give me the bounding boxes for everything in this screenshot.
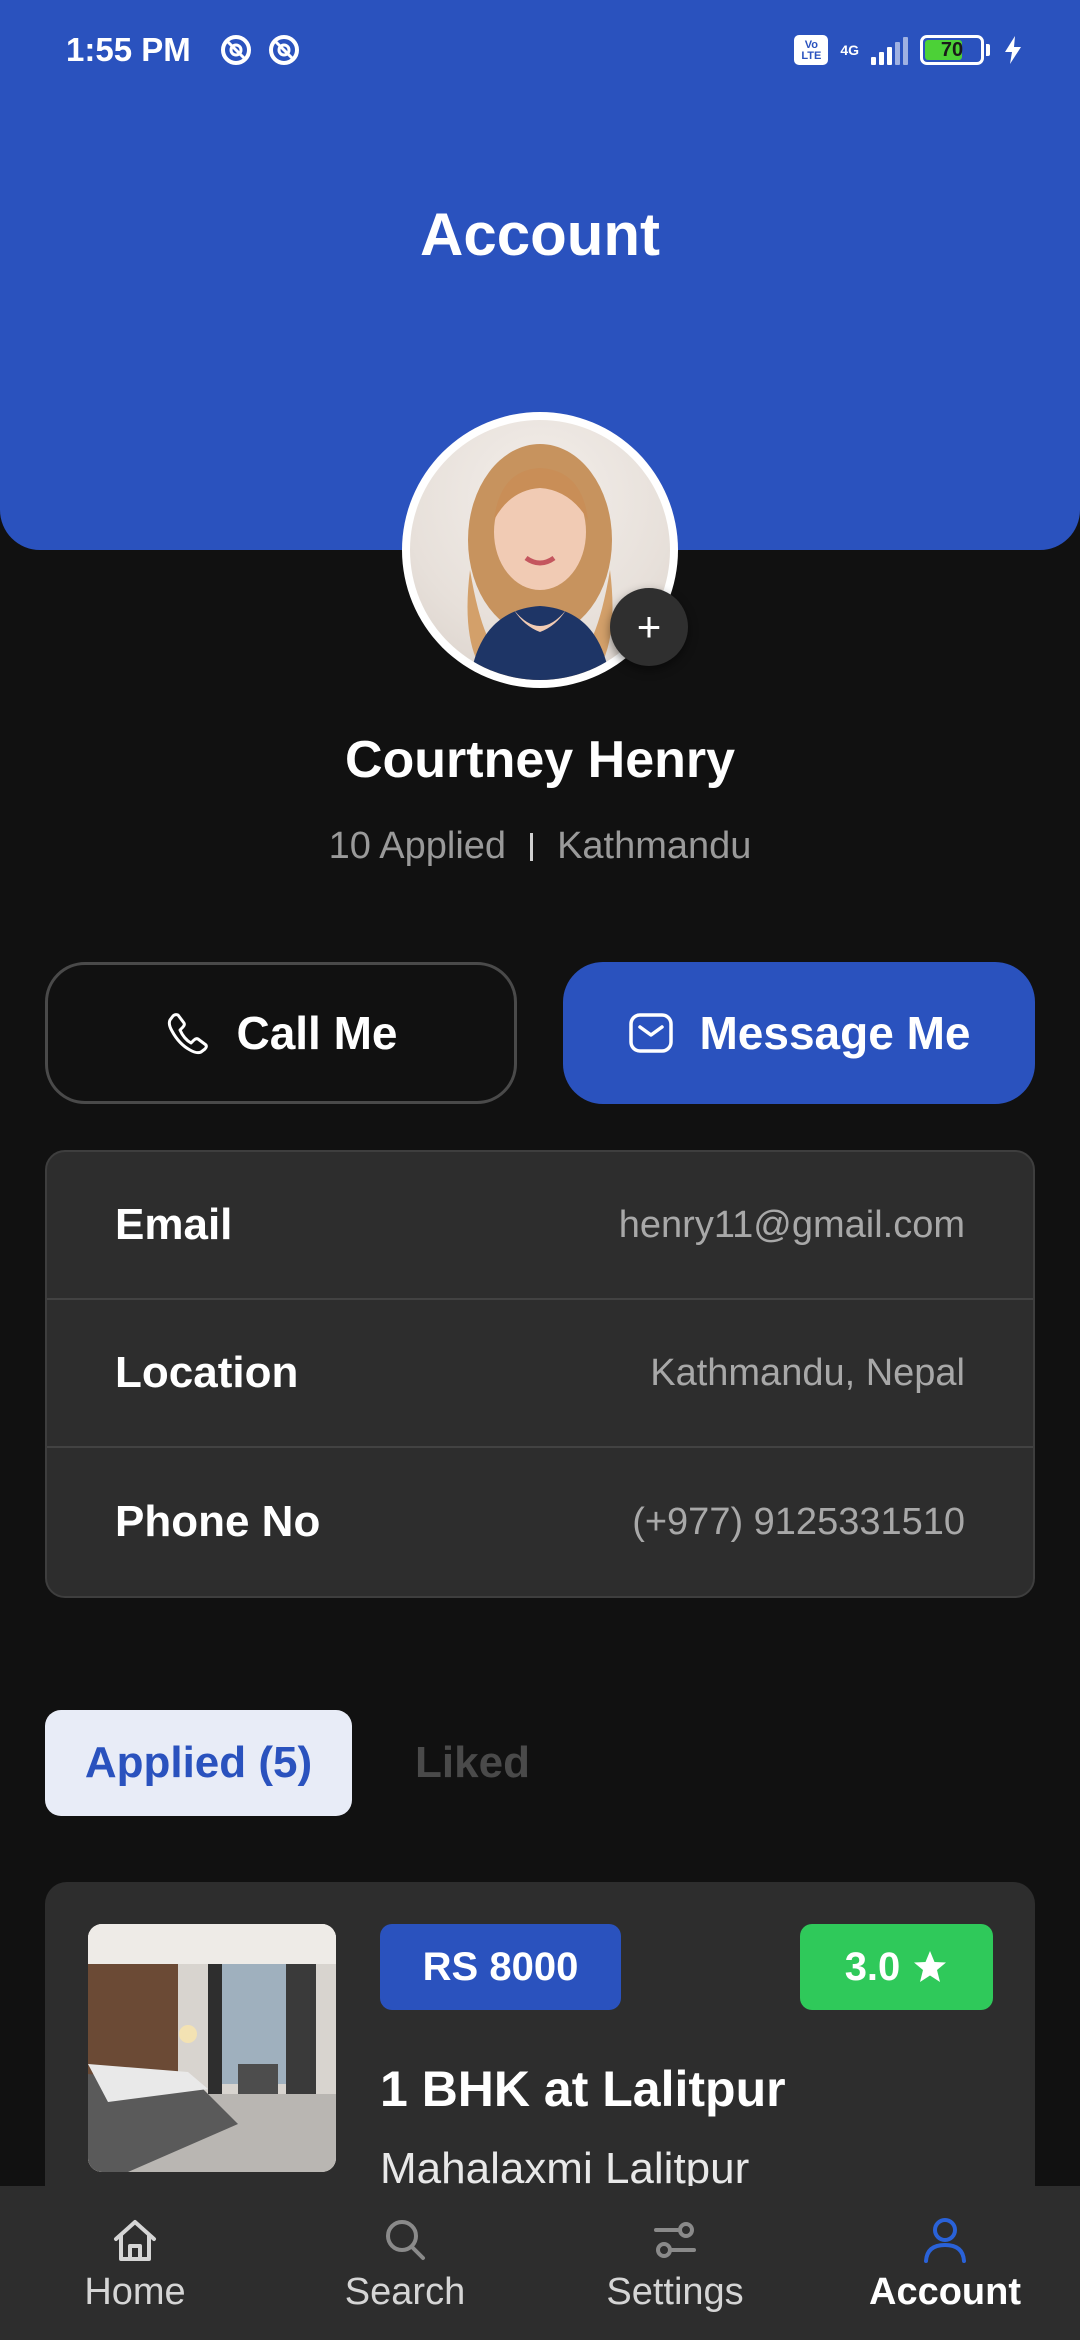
listing-image <box>88 1924 336 2172</box>
nav-item-settings[interactable]: Settings <box>540 2186 810 2340</box>
price-badge: RS 8000 <box>380 1924 621 2010</box>
network-type: 4G <box>840 42 859 58</box>
nav-label: Account <box>869 2270 1021 2313</box>
bedroom-illustration <box>88 1924 336 2172</box>
call-me-label: Call Me <box>236 1007 398 1059</box>
status-right: Vo LTE 4G 70 <box>794 35 1024 65</box>
tab-liked[interactable]: Liked <box>400 1710 545 1816</box>
status-time: 1:55 PM <box>66 31 191 68</box>
location-value: Kathmandu, Nepal <box>650 1351 965 1394</box>
meta-divider <box>530 832 534 861</box>
tab-applied[interactable]: Applied (5) <box>45 1710 352 1816</box>
info-label: Location <box>115 1348 299 1397</box>
profile-city: Kathmandu <box>557 825 752 867</box>
listing-title: 1 BHK at Lalitpur <box>380 2061 786 2117</box>
phone-icon <box>168 1013 209 1055</box>
mail-icon <box>629 1013 674 1053</box>
call-me-button[interactable]: Call Me <box>45 962 517 1104</box>
nav-label: Home <box>84 2270 186 2313</box>
dnd-icon <box>268 35 299 65</box>
email-value[interactable]: henry11@gmail.com <box>619 1204 965 1247</box>
info-row-email: Email henry11@gmail.com <box>47 1152 1033 1300</box>
settings-icon <box>654 2221 696 2258</box>
battery-level: 70 <box>940 38 964 61</box>
message-me-button[interactable]: Message Me <box>563 962 1035 1104</box>
add-photo-button[interactable]: + <box>610 588 688 666</box>
profile-name: Courtney Henry <box>344 731 736 789</box>
plus-icon: + <box>636 603 662 650</box>
nav-label: Settings <box>606 2270 744 2313</box>
network-group: 4G <box>840 42 859 58</box>
signal-icon <box>871 35 908 65</box>
bottom-nav: Home Search Settings Account <box>0 2186 1080 2340</box>
status-left: 1:55 PM <box>66 31 301 69</box>
profile-meta: 10 Applied Kathmandu <box>0 825 1080 868</box>
applied-count: 10 Applied <box>328 825 507 867</box>
contact-info-card: Email henry11@gmail.com Location Kathman… <box>45 1150 1035 1598</box>
nav-item-search[interactable]: Search <box>270 2186 540 2340</box>
star-icon <box>914 1951 947 1982</box>
search-icon <box>386 2219 425 2260</box>
rating-badge: 3.0 <box>800 1924 993 2010</box>
nav-item-home[interactable]: Home <box>0 2186 270 2340</box>
user-icon <box>924 2217 966 2263</box>
home-icon <box>114 2219 156 2261</box>
info-row-location: Location Kathmandu, Nepal <box>47 1300 1033 1448</box>
nav-label: Search <box>344 2270 466 2313</box>
charging-icon <box>1005 36 1021 64</box>
phone-value[interactable]: (+977) 9125331510 <box>632 1501 965 1544</box>
dnd-icon <box>220 35 251 65</box>
status-bar: 1:55 PM Vo LTE 4G 70 <box>0 0 1080 100</box>
message-me-label: Message Me <box>699 1007 971 1059</box>
battery-icon: 70 <box>920 35 984 65</box>
nav-item-account[interactable]: Account <box>810 2186 1080 2340</box>
rating-value: 3.0 <box>844 1944 901 1989</box>
battery-cap <box>986 44 990 56</box>
volte-icon: Vo LTE <box>794 35 829 65</box>
account-screen: 1:55 PM Vo LTE 4G 70 Account + Courtney … <box>0 0 1080 2340</box>
page-title: Account <box>420 201 660 268</box>
info-label: Email <box>115 1200 233 1249</box>
info-label: Phone No <box>115 1497 321 1546</box>
info-row-phone: Phone No (+977) 9125331510 <box>47 1448 1033 1596</box>
